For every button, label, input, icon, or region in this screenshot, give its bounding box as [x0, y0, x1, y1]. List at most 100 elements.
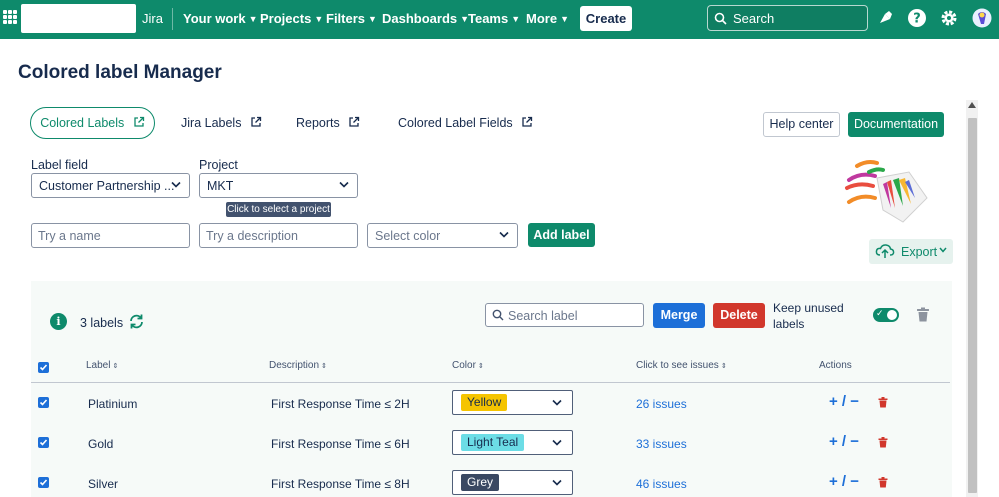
- check-icon: ✓: [876, 308, 884, 318]
- keep-unused-toggle[interactable]: ✓: [873, 308, 899, 322]
- delete-button[interactable]: Delete: [713, 303, 765, 328]
- chevron-down-icon: ▼: [248, 14, 258, 24]
- create-button[interactable]: Create: [580, 6, 632, 31]
- label-name: Platinium: [88, 397, 138, 411]
- column-header-description[interactable]: Description ⇕: [269, 360, 327, 371]
- search-icon: [714, 12, 727, 25]
- label-description-input[interactable]: Try a description: [199, 223, 358, 248]
- issues-link[interactable]: 26 issues: [636, 397, 687, 411]
- check-icon: [39, 479, 48, 486]
- app-switcher-icon[interactable]: [3, 10, 17, 24]
- add-remove-actions[interactable]: + / −: [829, 473, 859, 490]
- sort-icon: ⇕: [321, 363, 327, 370]
- column-header-color[interactable]: Color ⇕: [452, 360, 484, 371]
- trash-icon[interactable]: [916, 307, 930, 322]
- trash-icon[interactable]: [878, 477, 888, 488]
- select-all-checkbox[interactable]: [38, 362, 49, 373]
- chevron-down-icon: [339, 181, 349, 188]
- nav-dashboards[interactable]: Dashboards ▼: [382, 11, 469, 26]
- row-color-select[interactable]: Yellow: [452, 390, 573, 415]
- merge-button[interactable]: Merge: [653, 303, 705, 328]
- column-header-actions: Actions: [819, 360, 852, 371]
- project-value: MKT: [207, 179, 234, 193]
- refresh-icon[interactable]: [128, 313, 145, 330]
- color-select[interactable]: Select color: [367, 223, 518, 248]
- label-field-value: Customer Partnership ...: [39, 179, 175, 193]
- issues-link[interactable]: 33 issues: [636, 437, 687, 451]
- row-color-select[interactable]: Grey: [452, 470, 573, 495]
- chevron-down-icon: [552, 439, 562, 446]
- tab-jira-labels[interactable]: Jira Labels: [181, 116, 262, 130]
- color-chip: Light Teal: [461, 434, 525, 451]
- chevron-down-icon: ▼: [368, 14, 377, 24]
- tab-colored-label-fields[interactable]: Colored Label Fields: [398, 116, 533, 130]
- search-label-input[interactable]: Search label: [485, 303, 644, 327]
- export-button[interactable]: Export: [869, 239, 953, 264]
- label-name: Silver: [88, 477, 119, 491]
- external-link-icon: [251, 116, 262, 127]
- label-field-label: Label field: [31, 158, 88, 172]
- top-navigation-bar: Jira Your work ▼ Projects ▼ Filters ▼ Dashb…: [0, 0, 999, 39]
- row-checkbox[interactable]: [38, 477, 49, 488]
- trash-icon[interactable]: [878, 437, 888, 448]
- color-chip: Grey: [461, 474, 500, 491]
- add-remove-actions[interactable]: + / −: [829, 433, 859, 450]
- column-header-label[interactable]: Label ⇕: [86, 360, 118, 371]
- product-name[interactable]: Jira: [142, 11, 163, 26]
- help-center-button[interactable]: Help center: [763, 112, 840, 137]
- global-search-input[interactable]: Search: [707, 5, 868, 31]
- label-name-input[interactable]: Try a name: [31, 223, 190, 248]
- scrollbar-thumb[interactable]: [968, 118, 977, 493]
- labels-count: 3 labels: [80, 316, 124, 330]
- tab-reports[interactable]: Reports: [296, 116, 360, 130]
- add-label-button[interactable]: Add label: [528, 223, 595, 247]
- info-icon: i: [50, 313, 67, 330]
- project-label: Project: [199, 158, 238, 172]
- label-name: Gold: [88, 437, 114, 451]
- chevron-down-icon: [499, 231, 509, 238]
- cloud-upload-icon: [875, 244, 895, 258]
- nav-filters[interactable]: Filters ▼: [326, 11, 377, 26]
- notifications-icon[interactable]: [876, 8, 896, 28]
- nav-teams[interactable]: Teams ▼: [468, 11, 520, 26]
- tab-colored-labels[interactable]: Colored Labels: [30, 107, 155, 139]
- issues-link[interactable]: 46 issues: [636, 477, 687, 491]
- documentation-button[interactable]: Documentation: [848, 112, 944, 137]
- label-description: First Response Time ≤ 2H: [271, 397, 410, 411]
- external-link-icon: [349, 116, 360, 127]
- project-tooltip: Click to select a project: [226, 202, 331, 217]
- nav-more[interactable]: More ▼: [526, 11, 569, 26]
- sort-icon: ⇕: [112, 363, 119, 370]
- help-icon[interactable]: ?: [907, 8, 927, 28]
- nav-your-work[interactable]: Your work ▼: [183, 11, 258, 26]
- search-icon: [492, 309, 504, 321]
- label-field-select[interactable]: Customer Partnership ...: [31, 173, 190, 198]
- search-placeholder: Search: [733, 11, 775, 26]
- site-logo[interactable]: [21, 4, 136, 33]
- row-checkbox[interactable]: [38, 397, 49, 408]
- chevron-down-icon: [939, 247, 947, 253]
- label-description: First Response Time ≤ 6H: [271, 437, 410, 451]
- external-link-icon: [134, 116, 144, 127]
- settings-icon[interactable]: [939, 8, 959, 28]
- page-title: Colored label Manager: [18, 62, 222, 83]
- column-header-issues[interactable]: Click to see issues ⇕: [636, 360, 727, 371]
- project-select[interactable]: MKT: [199, 173, 358, 198]
- row-checkbox[interactable]: [38, 437, 49, 448]
- chevron-down-icon: [552, 399, 562, 406]
- toggle-knob: [887, 310, 897, 320]
- nav-projects[interactable]: Projects ▼: [260, 11, 323, 26]
- chevron-down-icon: [171, 181, 181, 188]
- external-link-icon: [522, 116, 533, 127]
- trash-icon[interactable]: [878, 397, 888, 408]
- profile-avatar[interactable]: [972, 8, 992, 28]
- check-icon: [39, 439, 48, 446]
- chevron-down-icon: [552, 479, 562, 486]
- scroll-up-arrow-icon[interactable]: [968, 102, 976, 108]
- row-color-select[interactable]: Light Teal: [452, 430, 573, 455]
- add-remove-actions[interactable]: + / −: [829, 393, 859, 410]
- check-icon: [39, 399, 48, 406]
- label-description: First Response Time ≤ 8H: [271, 477, 410, 491]
- check-icon: [39, 364, 48, 371]
- labels-illustration: [845, 160, 928, 223]
